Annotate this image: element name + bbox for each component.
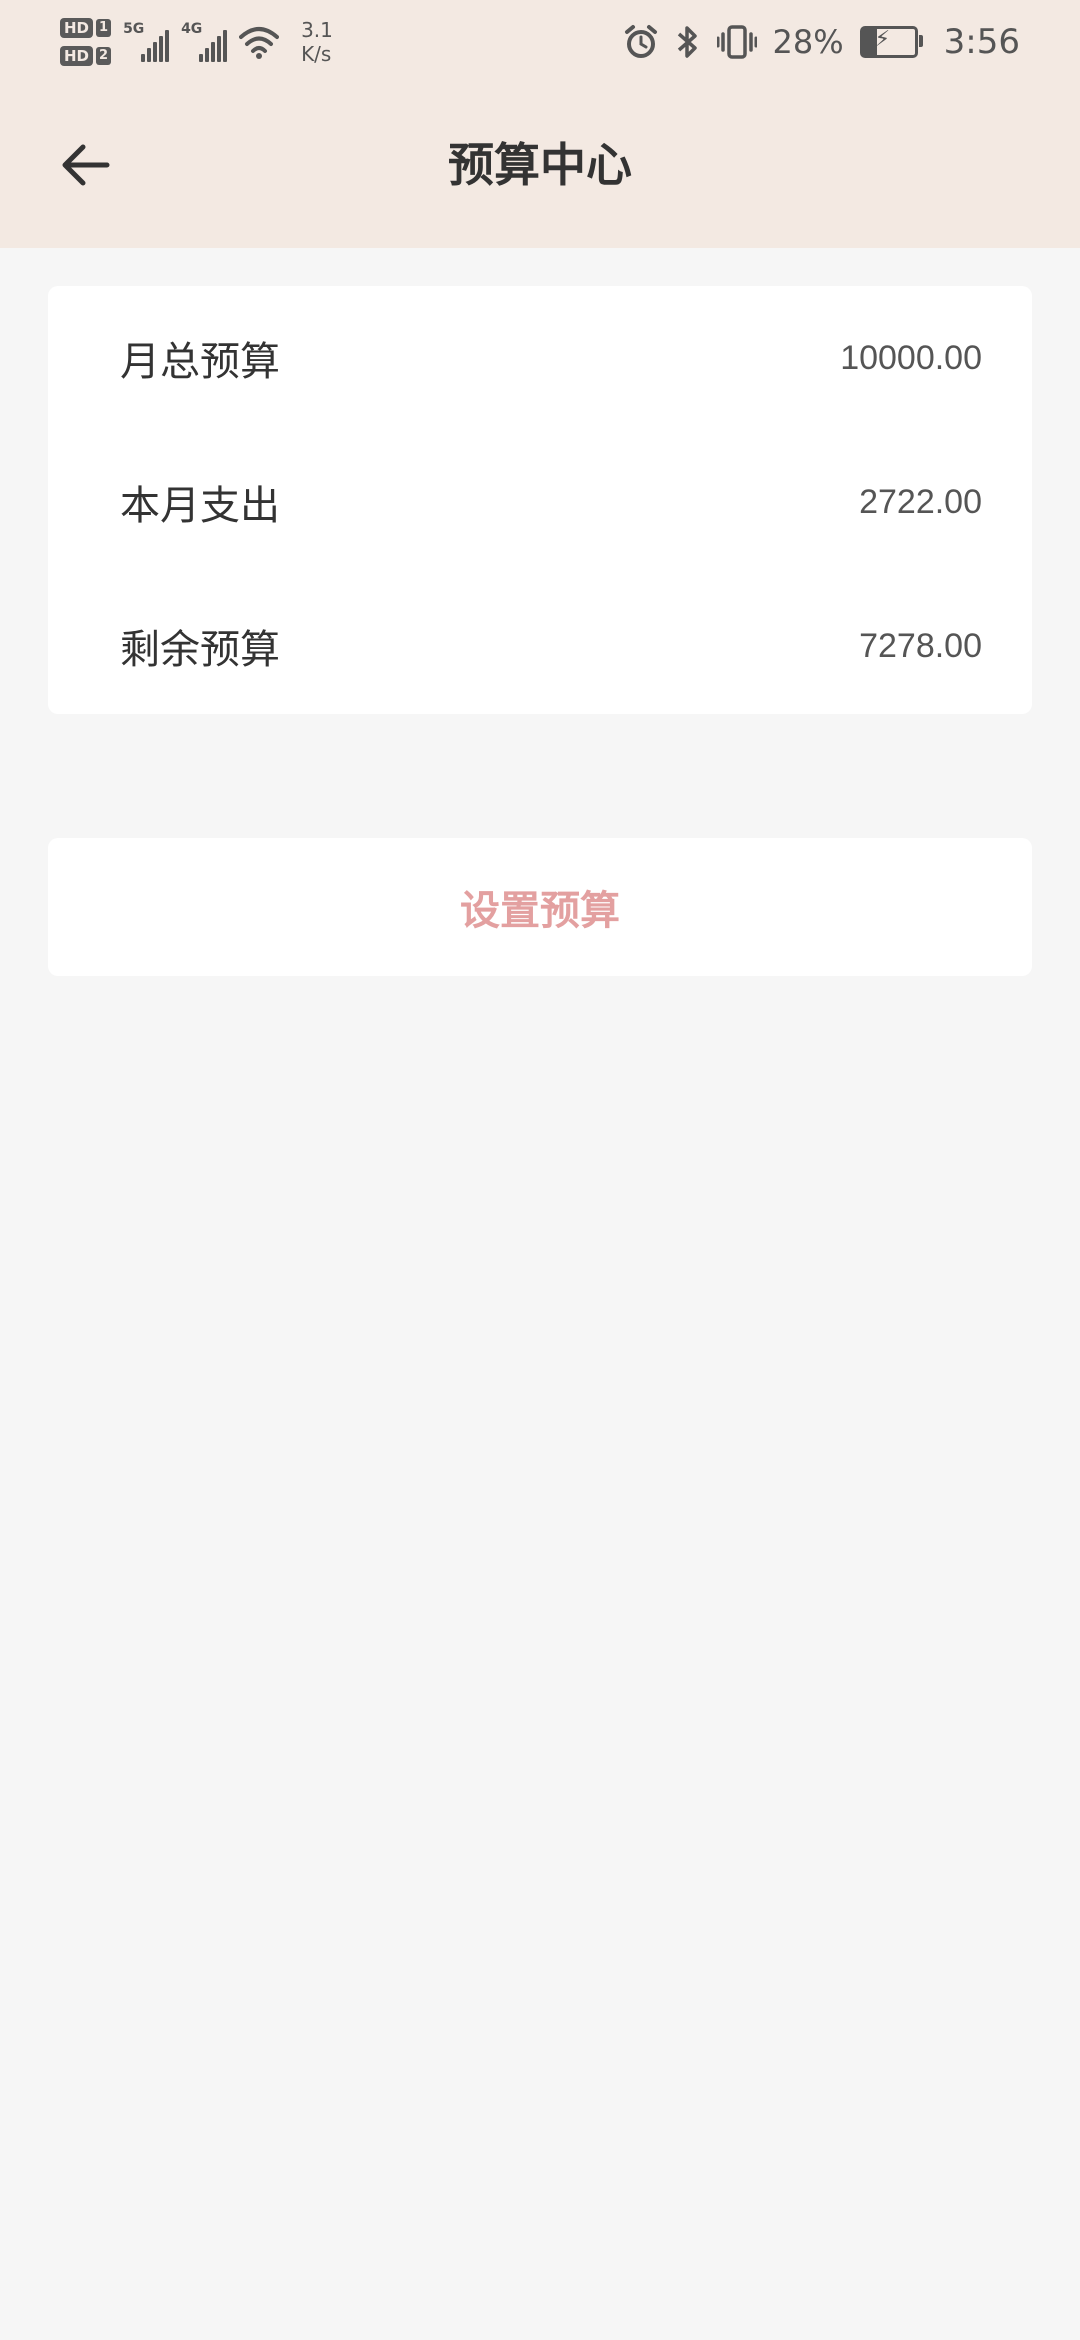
network-generation-label: 4G (181, 21, 203, 37)
row-value: 2722.00 (859, 482, 982, 521)
budget-row-monthly-total: 月总预算 10000.00 (48, 298, 1032, 418)
row-label: 本月支出 (120, 483, 280, 529)
clock-time: 3:56 (943, 22, 1020, 62)
hd-badge-1: HD 1 (60, 18, 112, 38)
row-value: 7278.00 (859, 626, 982, 665)
hd-sim-number: 1 (96, 19, 112, 37)
page-title: 预算中心 (448, 138, 632, 192)
network-speed: 3.1 K/s (301, 18, 333, 66)
hd-badge-2: HD 2 (60, 46, 112, 66)
budget-row-remaining: 剩余预算 7278.00 (48, 586, 1032, 706)
bluetooth-icon (677, 26, 697, 58)
status-bar-left: HD 1 HD 2 5G 4G 3.1 K/s (60, 12, 333, 72)
set-budget-button[interactable]: 设置预算 (48, 838, 1032, 976)
signal-icon: 4G (181, 21, 228, 62)
budget-row-monthly-spending: 本月支出 2722.00 (48, 442, 1032, 562)
row-label: 剩余预算 (120, 627, 280, 673)
hd-sim-number: 2 (96, 47, 112, 65)
hd-indicators: HD 1 HD 2 (60, 18, 112, 66)
network-speed-unit: K/s (301, 42, 332, 66)
battery-percentage: 28% (772, 23, 844, 61)
network-generation-label: 5G (123, 21, 145, 37)
battery-charging-icon: ⚡ (859, 26, 923, 58)
network-speed-value: 3.1 (301, 18, 333, 42)
row-label: 月总预算 (120, 339, 280, 385)
wifi-icon (239, 27, 280, 59)
alarm-icon (624, 25, 657, 58)
status-bar-right: 28% ⚡ 3:56 (623, 12, 1020, 72)
set-budget-label: 设置预算 (460, 888, 620, 934)
row-value: 10000.00 (840, 338, 982, 377)
signal-icon: 5G (123, 21, 170, 62)
vibrate-icon (716, 25, 757, 59)
hd-label: HD (60, 46, 94, 66)
hd-label: HD (60, 18, 94, 38)
status-bar: HD 1 HD 2 5G 4G 3.1 K/s 28% ⚡ 3:56 (0, 0, 1080, 80)
